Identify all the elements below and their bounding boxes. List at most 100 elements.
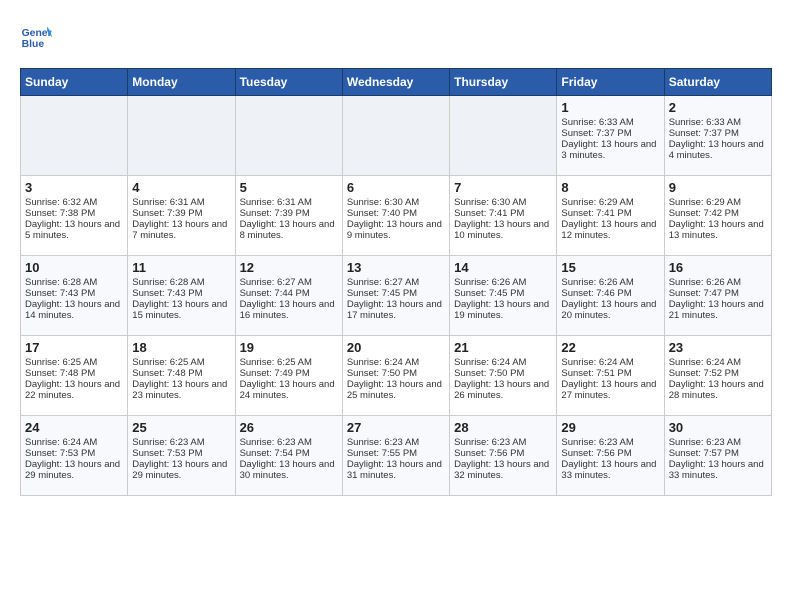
day-info: Daylight: 13 hours and 7 minutes. bbox=[132, 219, 230, 241]
day-number: 18 bbox=[132, 340, 230, 355]
day-info: Daylight: 13 hours and 24 minutes. bbox=[240, 379, 338, 401]
week-row-2: 3Sunrise: 6:32 AMSunset: 7:38 PMDaylight… bbox=[21, 176, 772, 256]
day-number: 6 bbox=[347, 180, 445, 195]
day-info: Daylight: 13 hours and 29 minutes. bbox=[25, 459, 123, 481]
day-number: 20 bbox=[347, 340, 445, 355]
week-row-4: 17Sunrise: 6:25 AMSunset: 7:48 PMDayligh… bbox=[21, 336, 772, 416]
day-info: Sunset: 7:50 PM bbox=[454, 368, 552, 379]
day-number: 4 bbox=[132, 180, 230, 195]
calendar-cell bbox=[235, 96, 342, 176]
day-info: Sunrise: 6:26 AM bbox=[669, 277, 767, 288]
day-info: Sunset: 7:53 PM bbox=[25, 448, 123, 459]
day-header-monday: Monday bbox=[128, 69, 235, 96]
day-number: 10 bbox=[25, 260, 123, 275]
calendar-cell: 22Sunrise: 6:24 AMSunset: 7:51 PMDayligh… bbox=[557, 336, 664, 416]
day-info: Daylight: 13 hours and 32 minutes. bbox=[454, 459, 552, 481]
day-info: Sunrise: 6:26 AM bbox=[454, 277, 552, 288]
day-number: 23 bbox=[669, 340, 767, 355]
day-number: 3 bbox=[25, 180, 123, 195]
logo: General Blue bbox=[20, 20, 58, 52]
day-info: Sunrise: 6:30 AM bbox=[454, 197, 552, 208]
calendar-cell: 14Sunrise: 6:26 AMSunset: 7:45 PMDayligh… bbox=[450, 256, 557, 336]
day-number: 8 bbox=[561, 180, 659, 195]
calendar-cell: 20Sunrise: 6:24 AMSunset: 7:50 PMDayligh… bbox=[342, 336, 449, 416]
calendar-header-row: SundayMondayTuesdayWednesdayThursdayFrid… bbox=[21, 69, 772, 96]
day-number: 2 bbox=[669, 100, 767, 115]
day-info: Sunrise: 6:29 AM bbox=[669, 197, 767, 208]
calendar-cell: 19Sunrise: 6:25 AMSunset: 7:49 PMDayligh… bbox=[235, 336, 342, 416]
calendar-cell: 18Sunrise: 6:25 AMSunset: 7:48 PMDayligh… bbox=[128, 336, 235, 416]
week-row-5: 24Sunrise: 6:24 AMSunset: 7:53 PMDayligh… bbox=[21, 416, 772, 496]
day-number: 29 bbox=[561, 420, 659, 435]
day-info: Sunrise: 6:24 AM bbox=[454, 357, 552, 368]
day-number: 17 bbox=[25, 340, 123, 355]
day-info: Daylight: 13 hours and 33 minutes. bbox=[561, 459, 659, 481]
day-info: Sunrise: 6:25 AM bbox=[240, 357, 338, 368]
calendar-cell: 7 Sunrise: 6:30 AMSunset: 7:41 PMDaylight… bbox=[450, 176, 557, 256]
day-info: Sunset: 7:46 PM bbox=[561, 288, 659, 299]
day-info: Sunset: 7:37 PM bbox=[561, 128, 659, 139]
calendar-cell: 21Sunrise: 6:24 AMSunset: 7:50 PMDayligh… bbox=[450, 336, 557, 416]
calendar-cell: 16Sunrise: 6:26 AMSunset: 7:47 PMDayligh… bbox=[664, 256, 771, 336]
calendar-cell: 5Sunrise: 6:31 AMSunset: 7:39 PMDaylight… bbox=[235, 176, 342, 256]
day-number: 19 bbox=[240, 340, 338, 355]
day-info: Sunrise: 6:28 AM bbox=[132, 277, 230, 288]
calendar-cell: 12Sunrise: 6:27 AMSunset: 7:44 PMDayligh… bbox=[235, 256, 342, 336]
day-info: Daylight: 13 hours and 29 minutes. bbox=[132, 459, 230, 481]
day-info: Daylight: 13 hours and 21 minutes. bbox=[669, 299, 767, 321]
day-info: Daylight: 13 hours and 33 minutes. bbox=[669, 459, 767, 481]
day-info: Daylight: 13 hours and 23 minutes. bbox=[132, 379, 230, 401]
day-header-tuesday: Tuesday bbox=[235, 69, 342, 96]
day-info: Daylight: 13 hours and 9 minutes. bbox=[347, 219, 445, 241]
day-info: Sunrise: 6:31 AM bbox=[240, 197, 338, 208]
calendar-cell bbox=[450, 96, 557, 176]
calendar-cell: 1 Sunrise: 6:33 AMSunset: 7:37 PMDaylight… bbox=[557, 96, 664, 176]
calendar-cell: 10Sunrise: 6:28 AMSunset: 7:43 PMDayligh… bbox=[21, 256, 128, 336]
day-number: 5 bbox=[240, 180, 338, 195]
calendar-cell: 11Sunrise: 6:28 AMSunset: 7:43 PMDayligh… bbox=[128, 256, 235, 336]
day-info: Sunset: 7:57 PM bbox=[669, 448, 767, 459]
day-info: Daylight: 13 hours and 28 minutes. bbox=[669, 379, 767, 401]
day-info: Daylight: 13 hours and 13 minutes. bbox=[669, 219, 767, 241]
day-info: Sunset: 7:52 PM bbox=[669, 368, 767, 379]
calendar-cell bbox=[342, 96, 449, 176]
day-info: Sunset: 7:43 PM bbox=[132, 288, 230, 299]
day-number: 15 bbox=[561, 260, 659, 275]
day-info: Sunrise: 6:29 AM bbox=[561, 197, 659, 208]
day-number: 7 bbox=[454, 180, 552, 195]
day-info: Daylight: 13 hours and 14 minutes. bbox=[25, 299, 123, 321]
calendar-cell: 28Sunrise: 6:23 AMSunset: 7:56 PMDayligh… bbox=[450, 416, 557, 496]
day-info: Sunset: 7:41 PM bbox=[454, 208, 552, 219]
day-info: Sunset: 7:37 PM bbox=[669, 128, 767, 139]
week-row-1: 1Sunrise: 6:33 AMSunset: 7:37 PMDaylight… bbox=[21, 96, 772, 176]
day-info: Daylight: 13 hours and 30 minutes. bbox=[240, 459, 338, 481]
day-info: Sunset: 7:51 PM bbox=[561, 368, 659, 379]
day-info: Sunset: 7:42 PM bbox=[669, 208, 767, 219]
day-header-sunday: Sunday bbox=[21, 69, 128, 96]
day-number: 12 bbox=[240, 260, 338, 275]
day-info: Sunset: 7:39 PM bbox=[240, 208, 338, 219]
calendar-body: 1Sunrise: 6:33 AMSunset: 7:37 PMDaylight… bbox=[21, 96, 772, 496]
day-info: Daylight: 13 hours and 4 minutes. bbox=[669, 139, 767, 161]
day-info: Sunrise: 6:33 AM bbox=[561, 117, 659, 128]
day-info: Sunrise: 6:27 AM bbox=[240, 277, 338, 288]
day-number: 1 bbox=[561, 100, 659, 115]
day-info: Daylight: 13 hours and 17 minutes. bbox=[347, 299, 445, 321]
day-number: 9 bbox=[669, 180, 767, 195]
calendar-cell: 13Sunrise: 6:27 AMSunset: 7:45 PMDayligh… bbox=[342, 256, 449, 336]
calendar-cell: 30Sunrise: 6:23 AMSunset: 7:57 PMDayligh… bbox=[664, 416, 771, 496]
logo-icon: General Blue bbox=[20, 20, 52, 52]
day-info: Sunset: 7:50 PM bbox=[347, 368, 445, 379]
day-info: Sunrise: 6:27 AM bbox=[347, 277, 445, 288]
calendar-cell: 15Sunrise: 6:26 AMSunset: 7:46 PMDayligh… bbox=[557, 256, 664, 336]
day-info: Daylight: 13 hours and 3 minutes. bbox=[561, 139, 659, 161]
day-info: Sunrise: 6:23 AM bbox=[240, 437, 338, 448]
day-info: Daylight: 13 hours and 10 minutes. bbox=[454, 219, 552, 241]
day-number: 26 bbox=[240, 420, 338, 435]
calendar-cell: 25Sunrise: 6:23 AMSunset: 7:53 PMDayligh… bbox=[128, 416, 235, 496]
day-info: Sunrise: 6:23 AM bbox=[132, 437, 230, 448]
day-info: Sunset: 7:54 PM bbox=[240, 448, 338, 459]
day-info: Sunset: 7:45 PM bbox=[454, 288, 552, 299]
day-info: Sunrise: 6:24 AM bbox=[25, 437, 123, 448]
calendar-cell bbox=[21, 96, 128, 176]
